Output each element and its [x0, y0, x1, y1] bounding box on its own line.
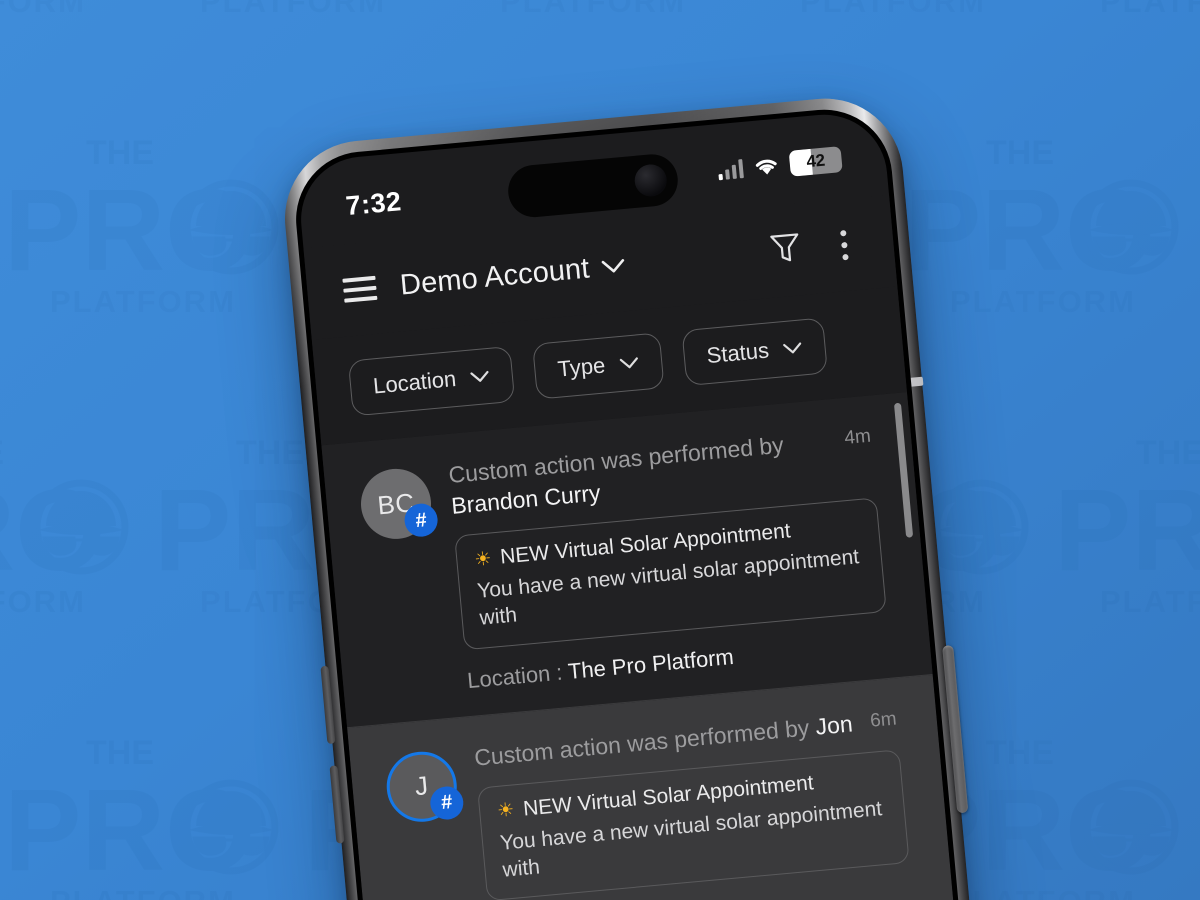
svg-text:PLATFORM: PLATFORM	[0, 0, 86, 19]
watermark-tile: THEPROPLATFORM	[1190, 720, 1200, 900]
svg-text:PLATFORM: PLATFORM	[1100, 0, 1200, 19]
svg-text:PLATFORM: PLATFORM	[950, 884, 1136, 900]
account-switcher[interactable]: Demo Account	[399, 249, 627, 302]
hamburger-menu-icon[interactable]	[340, 270, 380, 309]
watermark-tile: THEPROPLATFORM	[1040, 420, 1200, 720]
notification-row[interactable]: BC # Custom action was performed by Bran…	[321, 392, 933, 728]
filter-chip-location-label: Location	[372, 365, 458, 399]
watermark-tile: THEPROPLATFORM	[1040, 0, 1200, 120]
status-indicators: 42	[717, 146, 843, 183]
header-actions	[768, 225, 853, 271]
phone-mockup: 7:32 42 Demo Account Location Type Statu…	[278, 91, 1003, 900]
svg-text:PRO: PRO	[1054, 465, 1200, 595]
filter-chip-status[interactable]: Status	[681, 317, 829, 387]
sun-icon: ☀	[496, 799, 516, 823]
notification-location-label: Location :	[466, 658, 570, 693]
battery-icon: 42	[788, 146, 843, 177]
filter-chip-location[interactable]: Location	[347, 345, 516, 417]
svg-text:PLATFORM: PLATFORM	[200, 0, 386, 19]
watermark-tile: THEPROPLATFORM	[440, 0, 740, 120]
dynamic-island	[505, 152, 680, 220]
avatar: J #	[383, 748, 465, 825]
notification-time: 6m	[869, 708, 898, 732]
chevron-down-icon	[782, 341, 803, 355]
filter-chip-type[interactable]: Type	[532, 332, 665, 400]
notification-card[interactable]: ☀ NEW Virtual Solar Appointment You have…	[454, 497, 887, 650]
watermark-tile: THEPROPLATFORM	[890, 120, 1190, 420]
notification-title-prefix: Custom action was performed by	[447, 431, 785, 488]
chevron-down-icon	[470, 370, 491, 384]
watermark-tile: THEPROPLATFORM	[0, 0, 140, 120]
notification-actor: Jon	[814, 710, 854, 740]
funnel-filter-icon[interactable]	[768, 230, 803, 272]
svg-text:PLATFORM: PLATFORM	[0, 584, 86, 619]
watermark-tile: THEPROPLATFORM	[1190, 120, 1200, 420]
account-name: Demo Account	[398, 251, 591, 302]
chevron-down-icon	[601, 258, 626, 275]
phone-screen: 7:32 42 Demo Account Location Type Statu…	[295, 109, 986, 900]
notification-location-value: The Pro Platform	[566, 643, 735, 684]
svg-text:PLATFORM: PLATFORM	[950, 284, 1136, 319]
wifi-icon	[752, 155, 781, 177]
svg-text:PLATFORM: PLATFORM	[500, 0, 686, 19]
more-vertical-icon[interactable]	[836, 226, 853, 265]
svg-text:PLATFORM: PLATFORM	[1100, 584, 1200, 619]
notification-time: 4m	[843, 425, 872, 449]
chevron-down-icon	[619, 356, 640, 370]
watermark-tile: THEPROPLATFORM	[0, 120, 290, 420]
svg-text:PLATFORM: PLATFORM	[800, 0, 986, 19]
notification-body: Custom action was performed by Brandon C…	[447, 422, 891, 694]
battery-level: 42	[805, 150, 826, 172]
watermark-tile: THEPROPLATFORM	[0, 420, 140, 720]
notification-list[interactable]: BC # Custom action was performed by Bran…	[321, 392, 986, 900]
watermark-tile: THEPROPLATFORM	[0, 720, 290, 900]
status-time: 7:32	[344, 185, 403, 221]
notification-location-value: The Pro Platform	[590, 895, 758, 900]
filter-chip-type-label: Type	[556, 352, 607, 382]
avatar: BC #	[357, 465, 440, 542]
sun-icon: ☀	[473, 548, 493, 571]
notification-card[interactable]: ☀ NEW Virtual Solar Appointment You have…	[477, 749, 910, 900]
notification-body: Custom action was performed by Jon 6m ☀ …	[473, 704, 914, 900]
svg-text:PLATFORM: PLATFORM	[50, 284, 236, 319]
screen-bezel: 7:32 42 Demo Account Location Type Statu…	[290, 103, 991, 900]
filter-chip-status-label: Status	[705, 337, 770, 369]
svg-text:PLATFORM: PLATFORM	[50, 884, 236, 900]
front-camera-icon	[633, 163, 669, 198]
watermark-tile: THEPROPLATFORM	[140, 0, 440, 120]
battery-cap	[842, 153, 843, 164]
cellular-signal-icon	[717, 158, 744, 180]
